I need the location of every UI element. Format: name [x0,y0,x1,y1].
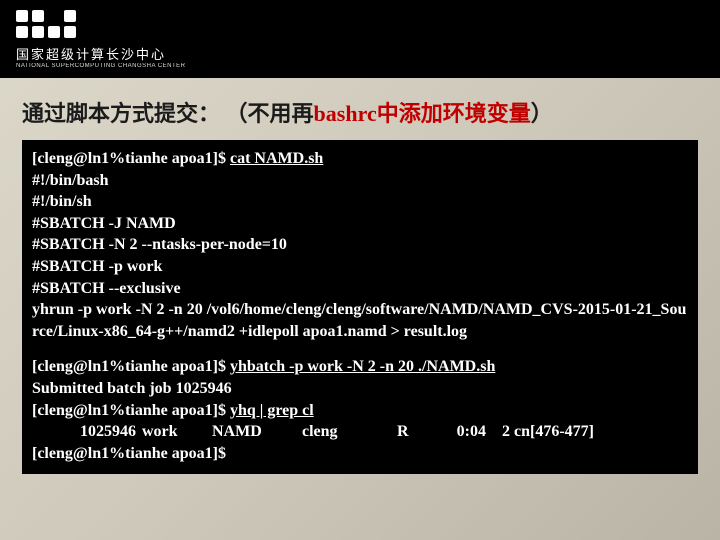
paren-close: ） [531,101,553,126]
slide-header: 国家超级计算长沙中心 NATIONAL SUPERCOMPUTING CHANG… [0,0,720,78]
script-line: #SBATCH -J NAMD [32,215,176,232]
queue-user: cleng [302,421,397,443]
command-yhbatch: yhbatch -p work -N 2 -n 20 ./NAMD.sh [230,358,495,375]
org-name-en: NATIONAL SUPERCOMPUTING CHANGSHA CENTER [16,63,186,69]
script-line: #!/bin/sh [32,193,92,210]
queue-row: 1025946 work NAMD cleng R 0:04 2 cn[476-… [32,421,688,443]
queue-jobname: NAMD [212,421,302,443]
title-note-red: bashrc中添加环境变量 [314,101,531,126]
queue-time: 0:04 [432,421,502,443]
org-name-cn: 国家超级计算长沙中心 [16,44,186,63]
queue-partition: work [142,421,212,443]
paren-open: （ [226,101,248,126]
terminal-block: [cleng@ln1%tianhe apoa1]$ cat NAMD.sh #!… [22,140,698,474]
prompt: [cleng@ln1%tianhe apoa1]$ [32,150,230,167]
slide-title: 通过脚本方式提交： （不用再bashrc中添加环境变量） [0,78,720,136]
script-line: #SBATCH -N 2 --ntasks-per-node=10 [32,236,287,253]
script-line: yhrun -p work -N 2 -n 20 /vol6/home/clen… [32,301,686,340]
submit-output: Submitted batch job 1025946 [32,380,232,397]
script-content: [cleng@ln1%tianhe apoa1]$ cat NAMD.sh #!… [32,148,688,342]
title-prefix: 通过脚本方式提交： [22,101,220,126]
queue-state: R [397,421,432,443]
org-logo: 国家超级计算长沙中心 NATIONAL SUPERCOMPUTING CHANG… [16,10,186,69]
prompt: [cleng@ln1%tianhe apoa1]$ [32,358,230,375]
final-prompt: [cleng@ln1%tianhe apoa1]$ [32,443,688,465]
script-line: #SBATCH -p work [32,258,162,275]
command-yhq: yhq | grep cl [230,402,314,419]
queue-jobid: 1025946 [32,421,142,443]
script-line: #SBATCH --exclusive [32,280,181,297]
submit-content: [cleng@ln1%tianhe apoa1]$ yhbatch -p wor… [32,356,688,421]
command-cat: cat NAMD.sh [230,150,323,167]
prompt: [cleng@ln1%tianhe apoa1]$ [32,402,230,419]
queue-nodes: 2 cn[476-477] [502,421,594,443]
logo-mark [16,10,186,38]
title-note-plain: 不用再 [248,101,314,126]
script-line: #!/bin/bash [32,172,108,189]
